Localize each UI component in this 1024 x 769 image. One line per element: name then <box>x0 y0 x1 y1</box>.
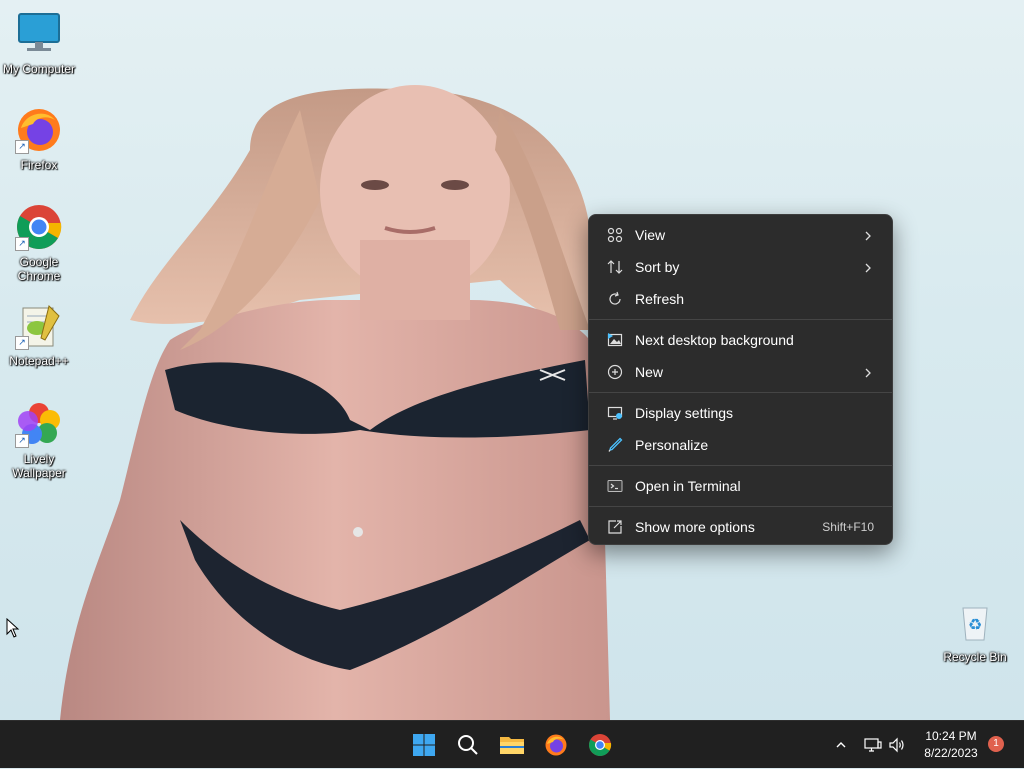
chrome-icon: ↗ <box>15 203 63 251</box>
menu-item-personalize[interactable]: Personalize <box>593 429 888 461</box>
shortcut-arrow-icon: ↗ <box>15 237 29 251</box>
svg-text:♻: ♻ <box>968 615 982 634</box>
desktop-context-menu: View Sort by Refresh Next desktop backgr… <box>588 214 893 545</box>
chevron-right-icon <box>862 366 874 378</box>
chevron-right-icon <box>862 261 874 273</box>
clock-button[interactable]: 10:24 PM 8/22/2023 <box>916 728 986 762</box>
firefox-taskbar-button[interactable] <box>538 727 574 763</box>
desktop-icon-lively-wallpaper[interactable]: ↗ Lively Wallpaper <box>1 400 77 480</box>
menu-item-label: Personalize <box>635 437 709 453</box>
desktop-icon-firefox[interactable]: ↗ Firefox <box>1 106 77 172</box>
brush-icon <box>605 435 625 455</box>
network-icon <box>864 738 882 752</box>
show-hidden-icons-button[interactable] <box>830 721 852 769</box>
speaker-icon <box>889 737 904 753</box>
menu-item-new[interactable]: New <box>593 356 888 388</box>
menu-item-view[interactable]: View <box>593 219 888 251</box>
clock-date: 8/22/2023 <box>924 746 978 760</box>
taskbar: 10:24 PM 8/22/2023 <box>0 720 1024 768</box>
menu-item-label: Sort by <box>635 259 680 275</box>
shortcut-arrow-icon: ↗ <box>15 140 29 154</box>
menu-item-label: Next desktop background <box>635 332 794 348</box>
desktop-icon-label: Google Chrome <box>17 255 61 283</box>
grid-icon <box>605 225 625 245</box>
menu-item-label: View <box>635 227 666 243</box>
refresh-icon <box>605 289 625 309</box>
menu-item-label: New <box>635 364 664 380</box>
folder-icon <box>500 737 524 754</box>
menu-item-label: Open in Terminal <box>635 478 741 494</box>
menu-item-next-desktop-background[interactable]: Next desktop background <box>593 324 888 356</box>
firefox-icon <box>545 734 567 756</box>
menu-item-label: Show more options <box>635 519 755 535</box>
sort-icon <box>605 257 625 277</box>
monitor-icon <box>15 10 63 58</box>
shortcut-arrow-icon: ↗ <box>15 434 29 448</box>
chevron-up-icon <box>836 742 846 748</box>
share-icon <box>605 517 625 537</box>
menu-separator <box>589 319 892 320</box>
menu-item-open-in-terminal[interactable]: Open in Terminal <box>593 470 888 502</box>
notepadpp-icon: ↗ <box>15 302 63 350</box>
terminal-icon <box>605 476 625 496</box>
desktop-icon-my-computer[interactable]: My Computer <box>1 10 77 76</box>
mouse-cursor-icon <box>6 618 20 638</box>
menu-separator <box>589 392 892 393</box>
lively-wallpaper-icon: ↗ <box>15 400 63 448</box>
desktop-icon-label: My Computer <box>2 62 76 76</box>
desktop-icon-label: Recycle Bin <box>943 650 1007 664</box>
clock-time: 10:24 PM <box>925 729 977 743</box>
chrome-icon <box>589 734 612 756</box>
desktop-icon-notepadpp[interactable]: ↗ Notepad++ <box>1 302 77 368</box>
file-explorer-button[interactable] <box>494 727 530 763</box>
menu-item-display-settings[interactable]: Display settings <box>593 397 888 429</box>
shortcut-arrow-icon: ↗ <box>15 336 29 350</box>
desktop-icon-label: Notepad++ <box>9 354 69 368</box>
search-icon <box>458 735 478 755</box>
chrome-taskbar-button[interactable] <box>582 727 618 763</box>
plus-circle-icon <box>605 362 625 382</box>
search-button[interactable] <box>450 727 486 763</box>
network-button[interactable] <box>862 721 884 769</box>
menu-item-refresh[interactable]: Refresh <box>593 283 888 315</box>
firefox-icon: ↗ <box>15 106 63 154</box>
desktop-icon-recycle-bin[interactable]: ♻ Recycle Bin <box>937 598 1013 664</box>
desktop-icon-label: Lively Wallpaper <box>12 452 66 480</box>
menu-item-sort-by[interactable]: Sort by <box>593 251 888 283</box>
menu-item-label: Refresh <box>635 291 685 307</box>
recycle-bin-icon: ♻ <box>951 598 999 646</box>
windows-logo-icon <box>413 734 435 756</box>
desktop-icon-label: Firefox <box>20 158 58 172</box>
desktop-icon-google-chrome[interactable]: ↗ Google Chrome <box>1 203 77 283</box>
menu-separator <box>589 506 892 507</box>
start-button[interactable] <box>406 727 442 763</box>
notification-badge[interactable]: 1 <box>988 736 1004 752</box>
menu-item-label: Display settings <box>635 405 734 421</box>
keyboard-shortcut: Shift+F10 <box>822 520 874 534</box>
volume-button[interactable] <box>886 721 908 769</box>
menu-item-show-more-options[interactable]: Show more options Shift+F10 <box>593 511 888 543</box>
display-icon <box>605 403 625 423</box>
chevron-right-icon <box>862 229 874 241</box>
next-background-icon <box>605 330 625 350</box>
menu-separator <box>589 465 892 466</box>
